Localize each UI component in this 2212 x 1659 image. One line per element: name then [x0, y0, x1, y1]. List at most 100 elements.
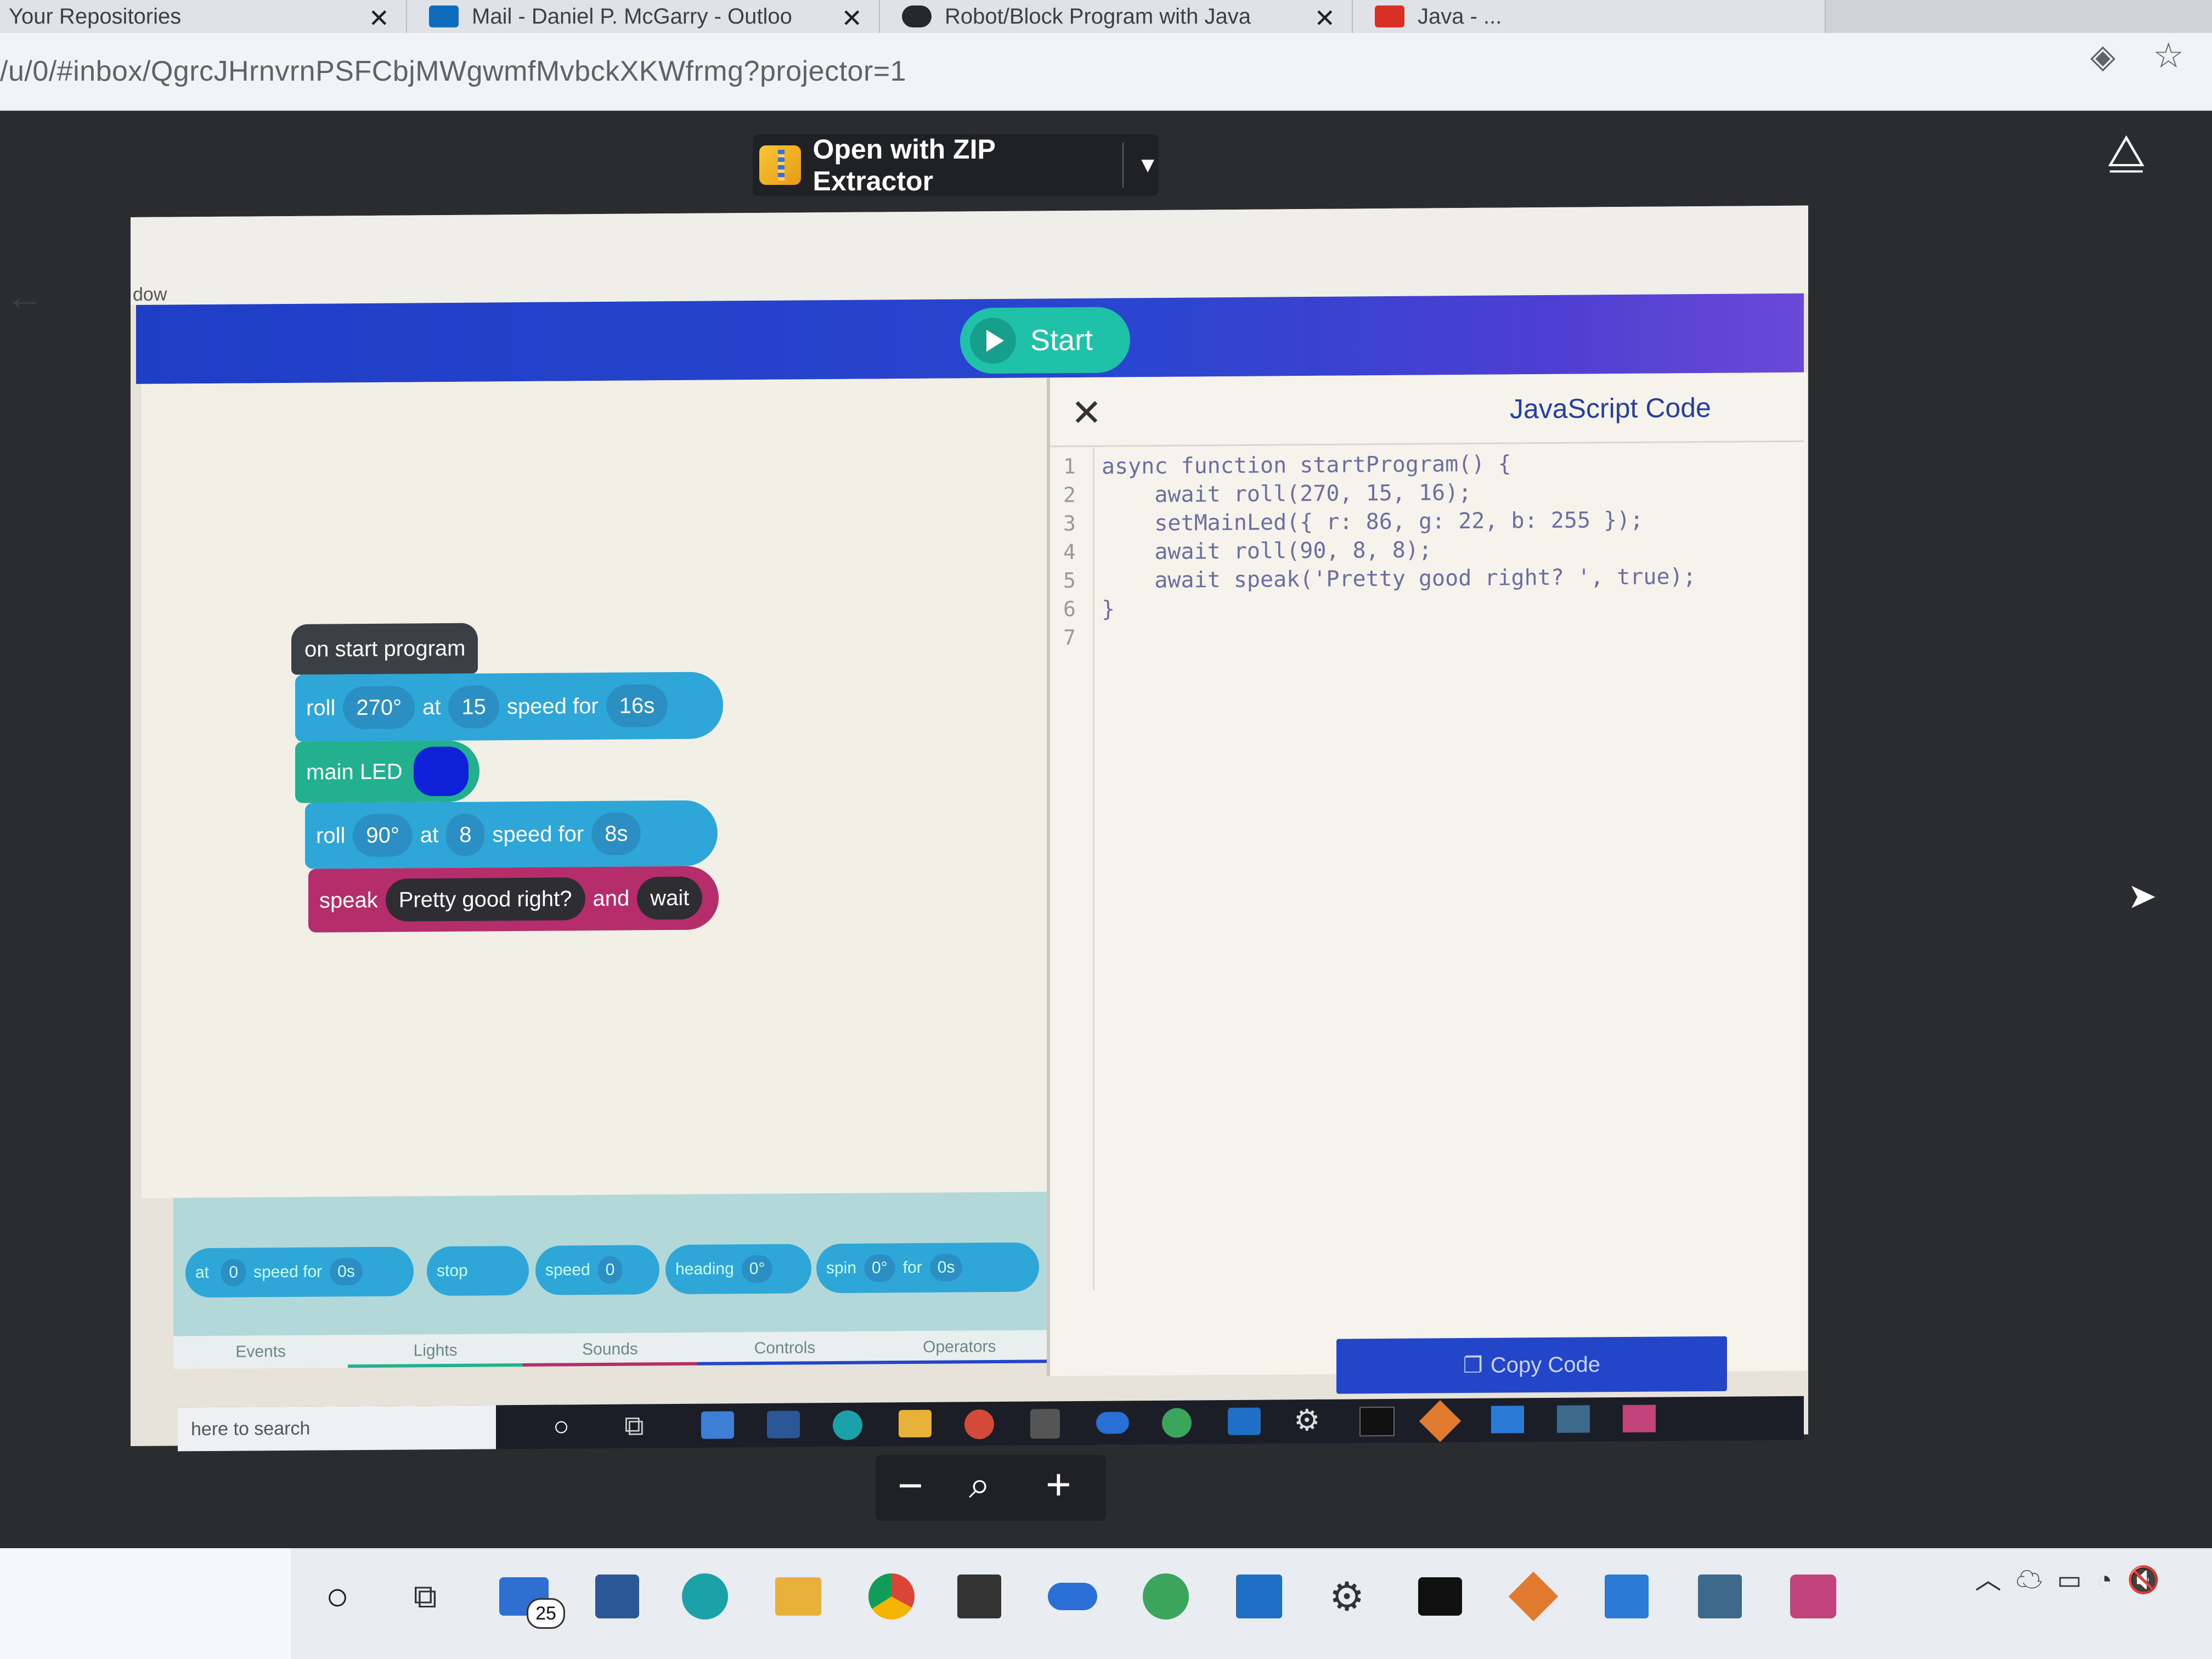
- onedrive-icon[interactable]: [1042, 1566, 1103, 1627]
- task-view-icon[interactable]: ⧉: [395, 1566, 455, 1627]
- roll-block[interactable]: roll 90° at 8 speed for 8s: [305, 800, 718, 869]
- code-line[interactable]: setMainLed({ r: 86, g: 22, b: 255 });: [1102, 507, 1643, 537]
- chrome-icon[interactable]: [861, 1566, 922, 1627]
- tab-lights[interactable]: Lights: [348, 1334, 523, 1368]
- tab-java[interactable]: Java - ...: [1353, 0, 1826, 33]
- palette-stop-block[interactable]: stop: [427, 1245, 529, 1296]
- wait-option[interactable]: wait: [637, 876, 703, 920]
- tab-sounds[interactable]: Sounds: [522, 1332, 698, 1367]
- atom-icon[interactable]: [1162, 1408, 1192, 1438]
- tab-controls[interactable]: Controls: [697, 1331, 872, 1365]
- palette-spin-block[interactable]: spin 0° for 0s: [816, 1242, 1039, 1294]
- close-icon[interactable]: ✕: [1314, 3, 1335, 33]
- close-icon[interactable]: ✕: [841, 3, 862, 33]
- tab-title: Robot/Block Program with Java: [945, 4, 1251, 29]
- onedrive-icon[interactable]: [1096, 1412, 1129, 1434]
- outlook-icon[interactable]: [1228, 1407, 1261, 1436]
- code-line[interactable]: }: [1102, 596, 1115, 622]
- copy-icon: ❐: [1463, 1353, 1483, 1378]
- cloud-icon[interactable]: ☁: [2016, 1566, 2042, 1595]
- volume-muted-icon[interactable]: 🔇: [2127, 1566, 2160, 1595]
- mail-app-icon[interactable]: 25: [494, 1566, 565, 1629]
- git-icon[interactable]: [1503, 1566, 1564, 1627]
- heading-input[interactable]: 90°: [353, 814, 413, 857]
- python-icon[interactable]: [1690, 1566, 1750, 1627]
- main-led-block[interactable]: main LED: [295, 740, 479, 803]
- terminal-icon[interactable]: [1359, 1406, 1395, 1437]
- code-line[interactable]: async function startProgram() {: [1102, 451, 1511, 479]
- settings-gear-icon[interactable]: ⚙: [1317, 1566, 1377, 1627]
- settings-gear-icon[interactable]: ⚙: [1294, 1403, 1320, 1437]
- outlook-icon[interactable]: [1229, 1566, 1289, 1627]
- tab-your-repositories[interactable]: Your Repositories ✕: [0, 0, 407, 33]
- word-icon[interactable]: [587, 1566, 647, 1627]
- block-label: roll: [306, 695, 336, 720]
- close-icon[interactable]: ✕: [368, 3, 390, 33]
- palette-speed-block[interactable]: speed 0: [535, 1245, 659, 1295]
- terminal-icon[interactable]: [1410, 1566, 1470, 1627]
- back-arrow-icon[interactable]: ←: [5, 274, 44, 318]
- zoom-out-button[interactable]: −: [898, 1460, 923, 1511]
- block-canvas[interactable]: [142, 377, 1047, 1198]
- wifi-icon[interactable]: ◔: [2096, 1566, 2112, 1595]
- led-color-picker[interactable]: [413, 746, 469, 797]
- duration-input[interactable]: 8s: [591, 812, 641, 856]
- atom-icon[interactable]: [1136, 1566, 1196, 1627]
- close-icon[interactable]: ✕: [1071, 392, 1102, 435]
- chat-app-icon[interactable]: [1783, 1566, 1843, 1627]
- palette-heading-block[interactable]: heading 0°: [665, 1244, 811, 1295]
- roll-block[interactable]: roll 270° at 15 speed for 16s: [295, 672, 723, 742]
- app-icon[interactable]: [1491, 1406, 1524, 1434]
- line-number: 6: [1063, 596, 1076, 622]
- browser-tab-strip: Your Repositories ✕ Mail - Daniel P. McG…: [0, 0, 2212, 33]
- add-to-drive-icon[interactable]: ⧋: [2107, 126, 2156, 176]
- copy-code-button[interactable]: ❐ Copy Code: [1336, 1336, 1727, 1394]
- taskbar-search-box[interactable]: [0, 1548, 291, 1659]
- speed-input[interactable]: 15: [448, 685, 499, 729]
- cortana-icon[interactable]: ○: [553, 1410, 569, 1442]
- speak-text-input[interactable]: Pretty good right?: [385, 877, 585, 922]
- extension-icon[interactable]: ◈: [2090, 37, 2115, 76]
- edge-icon[interactable]: [833, 1410, 862, 1441]
- palette-input: 0°: [741, 1255, 773, 1283]
- file-explorer-icon[interactable]: [899, 1409, 932, 1438]
- line-number: 3: [1063, 511, 1076, 536]
- task-view-icon[interactable]: ⧉: [624, 1409, 644, 1442]
- code-line[interactable]: await roll(270, 15, 16);: [1102, 480, 1471, 508]
- heading-input[interactable]: 270°: [343, 686, 415, 730]
- edge-icon[interactable]: [675, 1566, 735, 1627]
- code-line[interactable]: await speak('Pretty good right? ', true)…: [1102, 564, 1696, 594]
- chrome-icon[interactable]: [964, 1409, 994, 1440]
- duration-input[interactable]: 16s: [606, 684, 668, 727]
- tab-robot-block-program[interactable]: Robot/Block Program with Java ✕: [880, 0, 1353, 33]
- on-start-program-block[interactable]: on start program: [291, 623, 478, 675]
- inner-taskbar-search[interactable]: here to search: [178, 1405, 496, 1452]
- chat-icon[interactable]: [1623, 1404, 1656, 1433]
- chevron-up-icon[interactable]: ︿: [1975, 1566, 2001, 1595]
- zoom-in-button[interactable]: +: [1046, 1459, 1071, 1510]
- line-number: 2: [1063, 482, 1076, 507]
- dropdown-caret-icon[interactable]: ▼: [1137, 153, 1159, 178]
- palette-roll-block[interactable]: at 0 speed for 0s: [185, 1246, 414, 1298]
- url-field[interactable]: /u/0/#inbox/QgrcJHrnvrnPSFCbjMWgwmfMvbck…: [0, 55, 906, 88]
- start-button[interactable]: Start: [960, 307, 1130, 374]
- python-icon[interactable]: [1557, 1405, 1590, 1433]
- battery-icon[interactable]: ▭: [2057, 1566, 2081, 1595]
- speed-input[interactable]: 8: [446, 813, 485, 856]
- tab-events[interactable]: Events: [173, 1335, 348, 1369]
- tab-mail-outlook[interactable]: Mail - Daniel P. McGarry - Outloo ✕: [407, 0, 880, 33]
- word-icon[interactable]: [767, 1410, 800, 1438]
- speak-block[interactable]: speak Pretty good right? and wait: [308, 866, 719, 933]
- file-explorer-icon[interactable]: [768, 1566, 828, 1627]
- microsoft-store-icon[interactable]: [949, 1566, 1009, 1627]
- store-icon[interactable]: [1030, 1409, 1060, 1439]
- block-label: speed for: [492, 821, 584, 847]
- remote-desktop-icon[interactable]: [1596, 1566, 1657, 1627]
- mail-icon[interactable]: [701, 1411, 734, 1439]
- cortana-icon[interactable]: ○: [307, 1566, 368, 1627]
- tab-operators[interactable]: Operators: [872, 1330, 1047, 1364]
- bookmark-star-icon[interactable]: ☆: [2153, 35, 2184, 76]
- line-number: 7: [1063, 625, 1076, 650]
- code-line[interactable]: await roll(90, 8, 8);: [1102, 537, 1432, 565]
- open-with-zip-extractor-button[interactable]: Open with ZIP Extractor ▼: [753, 134, 1159, 196]
